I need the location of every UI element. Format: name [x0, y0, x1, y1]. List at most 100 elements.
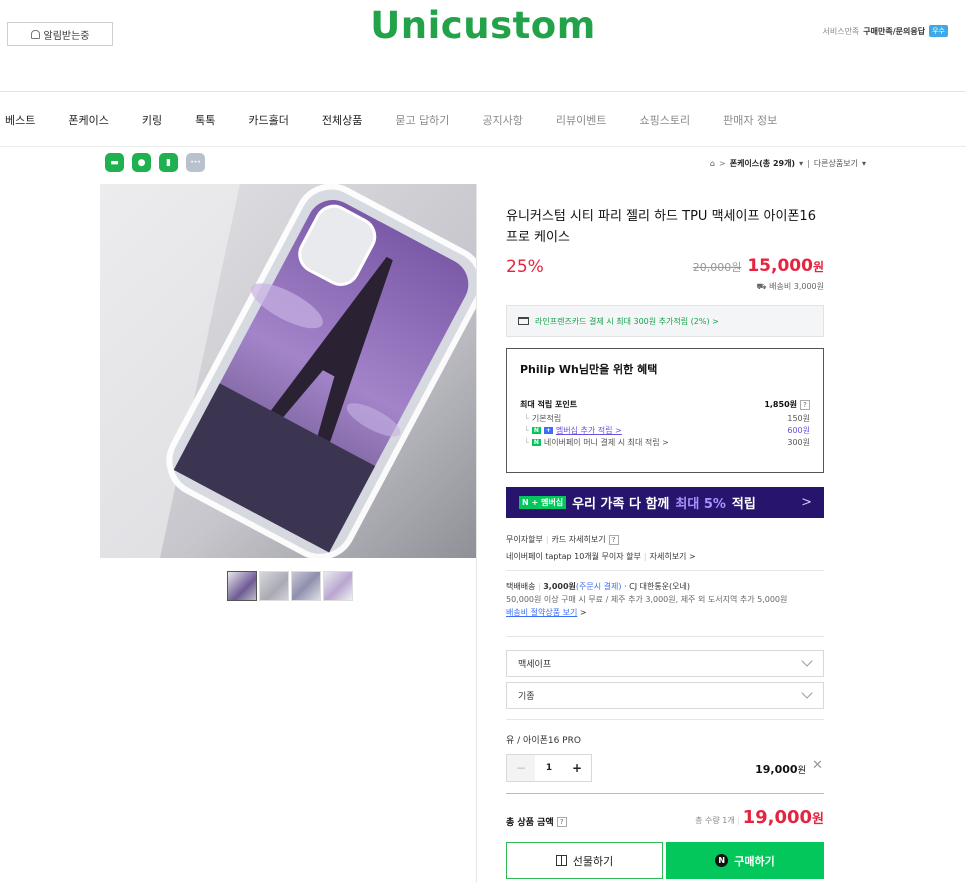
category-nav: 베스트 폰케이스 키링 톡톡 카드홀더 전체상품 묻고 답하기 공지사항 리뷰이… [0, 93, 966, 147]
product-image[interactable] [100, 184, 477, 558]
gift-icon [555, 855, 567, 866]
card-icon [518, 317, 529, 325]
naverpay-detail-link[interactable]: 자세히보기 > [650, 552, 696, 561]
total-label: 총 상품 금액? [506, 815, 567, 828]
banner-text-after: 적립 [731, 497, 756, 512]
decrease-button[interactable]: − [507, 755, 535, 781]
thumbnail[interactable] [291, 571, 321, 601]
shipping-fee: ⛟ 배송비 3,000원 [756, 282, 825, 291]
help-icon[interactable]: ? [800, 400, 810, 410]
truck-icon: ⛟ [756, 282, 770, 291]
share-bar: ▬ ● ▮ ··· [105, 153, 205, 172]
benefit-box: Philip Wh님만을 위한 혜택 최대 적립 포인트 1,850원? └ 기본… [506, 348, 824, 473]
home-icon[interactable]: ⌂ [710, 159, 715, 168]
shipping-price: 3,000원 [543, 582, 576, 591]
notification-label: 알림받는중 [43, 30, 90, 42]
divider [506, 719, 824, 720]
card-promo[interactable]: 라인프렌즈카드 결제 시 최대 300원 추가적립 (2%) > [506, 305, 824, 337]
benefit-max-value: 1,850원 [764, 400, 797, 409]
increase-button[interactable]: + [563, 755, 591, 781]
product-title: 유니커스텀 시티 파리 젤리 하드 TPU 맥세이프 아이폰16 프로 케이스 [506, 209, 816, 245]
total-price: 19,000원 [742, 807, 824, 828]
thumbnail[interactable] [227, 571, 257, 601]
breadcrumb-other[interactable]: 다른상품보기 [814, 158, 858, 169]
naverpay-icon: N [715, 854, 729, 867]
service-badge: 우수 [929, 25, 948, 37]
original-price: 20,000원 [692, 261, 742, 274]
share-icon[interactable]: ● [132, 153, 151, 172]
chevron-down-icon [801, 687, 813, 699]
sale-price: 15,000원 [747, 256, 824, 276]
help-icon[interactable]: ? [556, 816, 567, 827]
quantity-value[interactable]: 1 [535, 755, 563, 781]
benefit-row[interactable]: └ N 네이버페이 머니 결제 시 최대 적립 > 300원 [520, 436, 810, 448]
magsafe-select[interactable]: 맥세이프 [506, 650, 824, 677]
membership-badge: N + 멤버십 [519, 496, 567, 509]
nav-item-qna[interactable]: 묻고 답하기 [395, 112, 449, 128]
price-block: 20,000원 15,000원 [693, 256, 824, 276]
thumbnail[interactable] [323, 571, 353, 601]
bell-icon [30, 29, 40, 39]
buy-button[interactable]: N 구매하기 [666, 842, 824, 879]
more-icon[interactable]: ··· [186, 153, 205, 172]
naverpay-icon: N [531, 438, 541, 446]
site-header: 알림받는중 Unicustom 서비스만족 구매만족/문의응답 우수 [0, 0, 966, 92]
divider [506, 636, 824, 637]
shipping-label: 택배배송 [506, 582, 536, 591]
gift-button[interactable]: 선물하기 [506, 842, 663, 879]
plus-icon: + [543, 426, 553, 434]
nav-item-notice[interactable]: 공지사항 [482, 112, 522, 128]
service-value: 구매만족/문의응답 [863, 26, 926, 36]
info-divider [476, 184, 477, 882]
nav-item-cardholder[interactable]: 카드홀더 [248, 112, 288, 128]
benefit-title: Philip Wh님만을 위한 혜택 [520, 363, 658, 376]
option-line-price: 19,000원 [755, 763, 806, 776]
remove-option-icon[interactable]: ✕ [812, 758, 823, 773]
gift-button-label: 선물하기 [572, 854, 614, 868]
store-logo[interactable]: Unicustom [0, 4, 966, 47]
naver-n-icon: N [531, 426, 541, 434]
banner-text: 우리 가족 다 함께 [572, 497, 670, 512]
notification-button[interactable]: 알림받는중 [7, 22, 113, 46]
bookmark-icon[interactable]: ▮ [159, 153, 178, 172]
banner-highlight: 최대 5% [675, 497, 726, 512]
chevron-right-icon: > [801, 495, 812, 510]
nav-item-seller-info[interactable]: 판매자 정보 [723, 112, 777, 128]
selected-option-name: 유 / 아이폰16 PRO [506, 736, 581, 746]
nav-item-all[interactable]: 전체상품 [322, 112, 362, 128]
breadcrumb: ⌂ > 폰케이스(총 29개) ▾ | 다른상품보기 ▾ [709, 158, 866, 169]
service-label: 서비스만족 [822, 26, 860, 36]
card-detail-link[interactable]: 카드 자세히보기 [552, 535, 606, 544]
product-photo-illustration [100, 184, 477, 558]
divider [506, 570, 824, 571]
help-icon[interactable]: ? [608, 535, 619, 545]
total-quantity: 총 수량 1개 | [695, 816, 740, 825]
nav-item-best[interactable]: 베스트 [5, 112, 35, 128]
chevron-down-icon [801, 655, 813, 667]
installment-info: 무이자할부 | 카드 자세히보기? 네이버페이 taptap 10개월 무이자 할부… [506, 535, 696, 561]
installment-label: 무이자할부 [506, 535, 543, 544]
benefit-max-label: 최대 적립 포인트 [520, 400, 578, 409]
line-icon[interactable]: ▬ [105, 153, 124, 172]
buy-button-label: 구매하기 [734, 854, 775, 868]
naverpay-installment: 네이버페이 taptap 10개월 무이자 할부 [506, 552, 641, 561]
discount-rate: 25% [506, 257, 544, 277]
shipping-save-link[interactable]: 배송비 절약상품 보기 [506, 608, 577, 617]
divider [506, 793, 824, 794]
breadcrumb-category[interactable]: 폰케이스(총 29개) [730, 158, 795, 169]
card-promo-text: 라인프렌즈카드 결제 시 최대 300원 추가적립 (2%) > [535, 316, 719, 326]
nav-item-phonecase[interactable]: 폰케이스 [68, 112, 108, 128]
shipping-info: 택배배송 | 3,000원(주문시 결제) · CJ 대한통운(오네) 50,0… [506, 582, 788, 617]
thumbnail[interactable] [259, 571, 289, 601]
nav-item-griptok[interactable]: 톡톡 [195, 112, 215, 128]
benefit-max-row: 최대 적립 포인트 1,850원? [520, 397, 810, 412]
quantity-stepper: − 1 + [506, 754, 592, 782]
membership-banner[interactable]: N + 멤버십 우리 가족 다 함께 최대 5% 적립 > [506, 487, 824, 518]
nav-item-shopping-story[interactable]: 쇼핑스토리 [640, 112, 691, 128]
nav-item-keyring[interactable]: 키링 [142, 112, 162, 128]
shipping-price-note: (주문시 결제) [575, 582, 622, 591]
benefit-row[interactable]: └ N + 멤버십 추가 적립 > 600원 [520, 424, 810, 436]
nav-item-review-event[interactable]: 리뷰이벤트 [556, 112, 607, 128]
service-rating: 서비스만족 구매만족/문의응답 우수 [822, 25, 948, 37]
model-select[interactable]: 기종 [506, 682, 824, 709]
